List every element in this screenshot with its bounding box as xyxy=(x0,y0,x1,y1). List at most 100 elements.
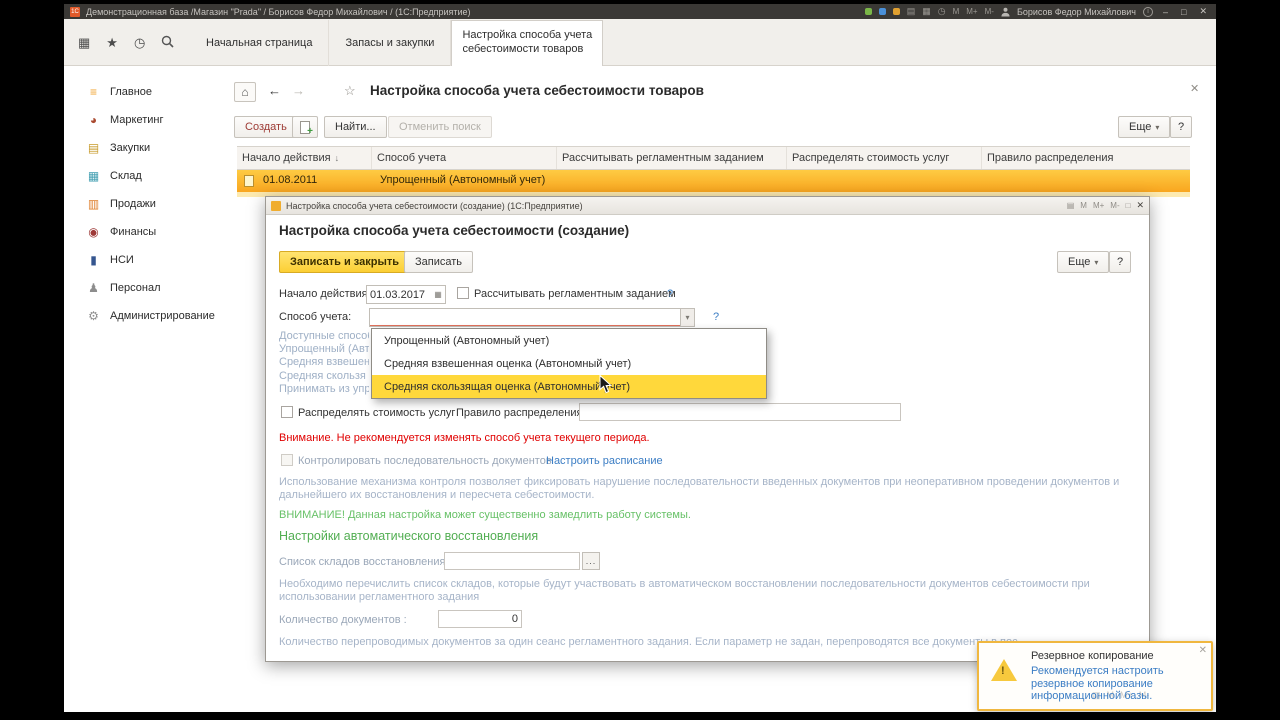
method-dropdown-list: Упрощенный (Автономный учет) Средняя взв… xyxy=(371,328,767,399)
distribute-services-checkbox[interactable] xyxy=(281,406,293,418)
sidebar-item-label: Закупки xyxy=(110,142,151,154)
sidebar-item-finance[interactable]: ◉ Финансы xyxy=(64,218,232,246)
sidebar-item-label: Финансы xyxy=(110,226,157,238)
sidebar-item-main[interactable]: ≡ Главное xyxy=(64,78,232,106)
column-header-method[interactable]: Способ учета xyxy=(372,147,557,169)
marketing-section-icon: ◕ xyxy=(89,113,98,127)
close-window-button[interactable]: ✕ xyxy=(1196,6,1210,17)
scheduled-help-link[interactable]: ? xyxy=(667,288,673,300)
tabs: Начальная страница Запасы и закупки Наст… xyxy=(190,19,604,66)
warehouses-browse-button[interactable]: ... xyxy=(582,552,600,570)
hint-line: Доступные способ xyxy=(279,330,369,342)
personnel-section-icon: ♟ xyxy=(88,281,99,295)
history-clock-icon[interactable]: ◷ xyxy=(134,36,145,49)
distribution-rule-label: Правило распределения: xyxy=(456,407,586,419)
dialog-memory-m[interactable]: М xyxy=(1080,201,1087,210)
doc-count-label: Количество документов : xyxy=(279,614,407,626)
sidebar-item-personnel[interactable]: ♟ Персонал xyxy=(64,274,232,302)
back-icon[interactable]: ← xyxy=(268,84,281,97)
sidebar-item-marketing[interactable]: ◕ Маркетинг xyxy=(64,106,232,134)
minimize-button[interactable]: – xyxy=(1160,7,1171,17)
dropdown-option-simplified[interactable]: Упрощенный (Автономный учет) xyxy=(372,329,766,352)
tab-inventory-purchases[interactable]: Запасы и закупки xyxy=(329,20,452,66)
main-section-icon: ≡ xyxy=(89,85,97,99)
start-date-input[interactable] xyxy=(367,286,431,303)
notification-link-text[interactable]: Рекомендуется настроить резервное копиро… xyxy=(1031,665,1197,703)
memory-mminus-button[interactable]: М- xyxy=(985,7,994,16)
column-header-distribute[interactable]: Распределять стоимость услуг xyxy=(787,147,982,169)
save-and-close-button[interactable]: Записать и закрыть xyxy=(279,251,411,273)
table-row[interactable]: 01.08.2011 Упрощенный (Автономный учет) xyxy=(237,170,1190,192)
dropdown-option-weighted-average[interactable]: Средняя взвешенная оценка (Автономный уч… xyxy=(372,352,766,375)
favorite-star-icon[interactable]: ☆ xyxy=(344,84,356,97)
sidebar-item-purchases[interactable]: ▤ Закупки xyxy=(64,134,232,162)
info-icon[interactable]: i xyxy=(1143,6,1153,17)
create-by-copy-button[interactable]: + xyxy=(292,116,318,138)
column-header-rule[interactable]: Правило распределения xyxy=(982,147,1190,169)
service-orange-icon[interactable] xyxy=(892,8,900,15)
column-header-scheduled[interactable]: Рассчитывать регламентным заданием xyxy=(557,147,787,169)
record-doc-icon xyxy=(244,175,254,187)
warehouses-list-label: Список складов восстановления: xyxy=(279,556,449,568)
search-icon[interactable] xyxy=(161,35,174,50)
close-page-icon[interactable]: ✕ xyxy=(1190,84,1199,95)
sidebar-item-nsi[interactable]: ▮ НСИ xyxy=(64,246,232,274)
dialog-titlebar[interactable]: Настройка способа учета себестоимости (с… xyxy=(266,197,1149,215)
configure-schedule-link[interactable]: Настроить расписание xyxy=(546,455,663,467)
copy-doc-icon: + xyxy=(300,120,313,136)
history-icon[interactable]: ◷ xyxy=(938,7,946,16)
dialog-more-button[interactable]: Еще ▾ xyxy=(1057,251,1110,273)
warehouses-list-input[interactable] xyxy=(444,552,580,570)
calendar-icon[interactable]: ▦ xyxy=(922,7,931,16)
service-blue-icon[interactable] xyxy=(878,8,886,15)
table-header: Начало действия ↓ Способ учета Рассчитыв… xyxy=(237,146,1190,170)
distribute-services-label: Распределять стоимость услуг xyxy=(298,407,456,419)
tab-home[interactable]: Начальная страница xyxy=(190,20,330,66)
save-button[interactable]: Записать xyxy=(404,251,474,273)
tab-bar: ▦ ★ ◷ Начальная страница Запасы и закупк… xyxy=(64,19,1216,66)
more-button-label: Еще xyxy=(1129,121,1152,133)
finance-section-icon: ◉ xyxy=(88,225,99,239)
calendar-picker-icon[interactable]: ▦ xyxy=(431,286,445,303)
documents-icon[interactable]: ▤ xyxy=(907,7,916,16)
dialog-memory-mminus[interactable]: М- xyxy=(1110,201,1119,210)
current-user[interactable]: Борисов Федор Михайлович xyxy=(1017,7,1136,17)
combo-dropdown-icon[interactable]: ▾ xyxy=(680,309,694,326)
dialog-help-button[interactable]: ? xyxy=(1109,251,1131,273)
dialog-maximize-icon[interactable]: □ xyxy=(1126,201,1131,210)
dropdown-option-moving-average[interactable]: Средняя скользящая оценка (Автономный уч… xyxy=(372,375,766,398)
find-button[interactable]: Найти... xyxy=(324,116,387,138)
hint-line: Средняя скользя xyxy=(279,369,366,382)
column-header-start-date[interactable]: Начало действия ↓ xyxy=(237,147,372,169)
sidebar-item-label: Администрирование xyxy=(110,310,215,322)
dialog-doc-action-icon[interactable]: ▤ xyxy=(1067,201,1075,210)
1c-logo-icon: 1С xyxy=(70,6,80,17)
sidebar-item-sales[interactable]: ▥ Продажи xyxy=(64,190,232,218)
scheduled-job-checkbox[interactable] xyxy=(457,287,469,299)
dialog-doc-icon xyxy=(271,200,281,211)
doc-count-input[interactable] xyxy=(438,610,522,628)
tab-cost-method-settings[interactable]: Настройка способа учета себестоимости то… xyxy=(451,20,604,66)
service-green-icon[interactable] xyxy=(864,8,872,15)
dialog-memory-mplus[interactable]: М+ xyxy=(1093,201,1104,210)
more-button[interactable]: Еще ▾ xyxy=(1118,116,1171,138)
scheduled-job-label: Рассчитывать регламентным заданием xyxy=(474,288,676,300)
method-help-link[interactable]: ? xyxy=(713,311,719,323)
dialog-close-icon[interactable]: ✕ xyxy=(1136,200,1144,211)
notification-close-icon[interactable]: ✕ xyxy=(1199,645,1207,656)
menu-grid-icon[interactable]: ▦ xyxy=(78,36,90,49)
create-button[interactable]: Создать xyxy=(234,116,298,138)
warehouse-section-icon: ▦ xyxy=(87,169,100,183)
memory-m-button[interactable]: М xyxy=(953,7,960,16)
backup-notification[interactable]: ! ▤ М М+ М- Резервное копирование Рекоме… xyxy=(977,641,1213,711)
memory-mplus-button[interactable]: М+ xyxy=(966,7,977,16)
method-combo-input[interactable] xyxy=(370,309,680,326)
maximize-button[interactable]: □ xyxy=(1178,7,1189,17)
sidebar-item-warehouse[interactable]: ▦ Склад xyxy=(64,162,232,190)
distribution-rule-input[interactable] xyxy=(579,403,901,421)
help-button[interactable]: ? xyxy=(1170,116,1192,138)
favorites-icon[interactable]: ★ xyxy=(106,36,118,49)
home-button[interactable]: ⌂ xyxy=(234,82,256,102)
nsi-section-icon: ▮ xyxy=(90,253,97,267)
sidebar-item-administration[interactable]: ⚙ Администрирование xyxy=(64,302,232,330)
